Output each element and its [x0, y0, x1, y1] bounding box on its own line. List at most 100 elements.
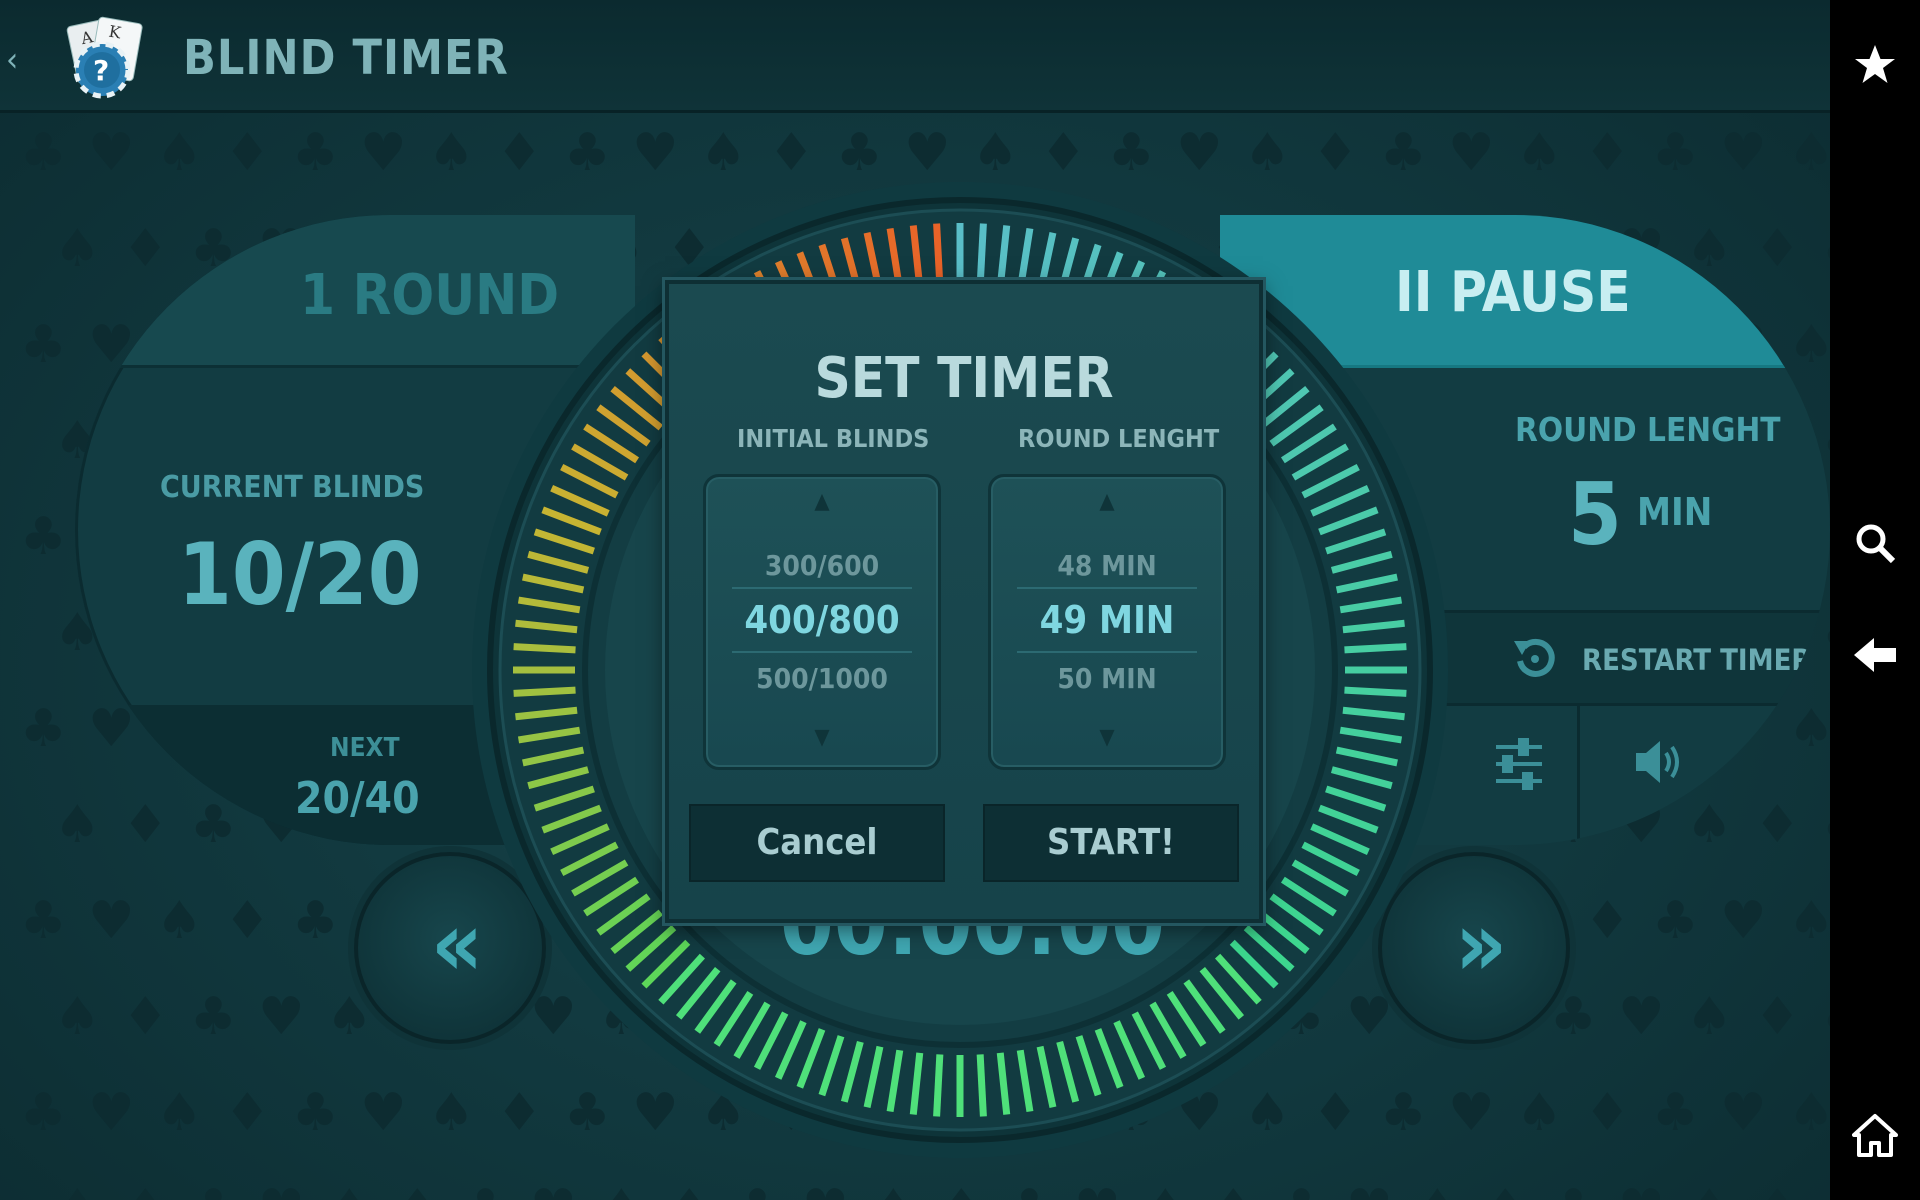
round-length-picker-label: ROUND LENGHT	[1018, 424, 1220, 453]
suit-pattern-glyph: ♥	[530, 1179, 577, 1200]
suit-pattern-glyph: ♠	[1788, 699, 1830, 759]
star-icon[interactable]	[1852, 42, 1898, 88]
picker-option[interactable]: 50 MIN	[991, 662, 1223, 695]
back-arrow-icon[interactable]	[1852, 632, 1898, 678]
suit-pattern-glyph: ♣	[20, 123, 67, 183]
suit-pattern-glyph: ♣	[292, 891, 339, 951]
suit-pattern-glyph: ♠	[1414, 1179, 1461, 1200]
suit-pattern-glyph: ♣	[462, 1179, 509, 1200]
cancel-button[interactable]: Cancel	[689, 804, 945, 882]
picker-option[interactable]: 300/600	[706, 549, 938, 582]
suit-pattern-glyph: ♠	[1788, 1083, 1830, 1143]
suit-pattern-glyph: ♠	[1516, 1083, 1563, 1143]
suit-pattern-glyph: ♦	[224, 891, 271, 951]
suit-pattern-glyph: ♦	[1754, 795, 1801, 855]
back-chevron-icon[interactable]: ‹	[6, 40, 18, 80]
picker-option[interactable]: 48 MIN	[991, 549, 1223, 582]
suit-pattern-glyph: ♣	[1652, 891, 1699, 951]
speaker-icon[interactable]	[1630, 733, 1688, 791]
suit-pattern-glyph: ♦	[1584, 1083, 1631, 1143]
suit-pattern-glyph: ♥	[1720, 123, 1767, 183]
suit-pattern-glyph: ♣	[292, 1083, 339, 1143]
suit-pattern-glyph: ♣	[1652, 123, 1699, 183]
set-timer-dialog: SET TIMER INITIAL BLINDS ROUND LENGHT ▲ …	[665, 280, 1263, 923]
dial-tick	[933, 1054, 944, 1117]
suit-pattern-glyph: ♥	[258, 987, 305, 1047]
suit-pattern-glyph: ♠	[700, 123, 747, 183]
picker-divider	[1017, 651, 1197, 653]
suit-pattern-glyph: ♣	[1380, 123, 1427, 183]
search-icon[interactable]	[1852, 520, 1898, 566]
picker-up-icon[interactable]: ▲	[706, 489, 938, 514]
suit-pattern-glyph: ♠	[326, 1179, 373, 1200]
dial-tick	[1344, 686, 1407, 697]
suit-pattern-glyph: ♥	[632, 123, 679, 183]
suit-pattern-glyph: ♠	[54, 1179, 101, 1200]
suit-pattern-glyph: ♠	[972, 123, 1019, 183]
suit-pattern-glyph: ♣	[836, 123, 883, 183]
suit-pattern-glyph: ♣	[190, 987, 237, 1047]
suit-pattern-glyph: ♥	[258, 1179, 305, 1200]
suit-pattern-glyph: ♠	[156, 891, 203, 951]
suit-pattern-glyph: ♥	[1346, 1179, 1393, 1200]
app-screen: ♣ ♥ ♠ ♦ ♣ ♥ ♠ ♦ ♣ ♥ ♠ ♦ ♣ ♥ ♠ ♦ ♣ ♥ ♠ ♦ ♣ ♥ ♠ ♦ ♣ ♥ ♠ ♦ ♠ ♦ ♣ ♥ ♠ ♦ ♣ ♥ ♠ ♦ ♣ ♥…	[0, 0, 1830, 1200]
suit-pattern-glyph: ♣	[190, 1179, 237, 1200]
picker-up-icon[interactable]: ▲	[991, 489, 1223, 514]
suit-pattern-glyph: ♦	[394, 1179, 441, 1200]
initial-blinds-label: INITIAL BLINDS	[737, 424, 930, 453]
picker-selected-option[interactable]: 49 MIN	[991, 598, 1223, 642]
suit-pattern-glyph: ♦	[1312, 123, 1359, 183]
suit-pattern-glyph: ♥	[904, 123, 951, 183]
suit-pattern-glyph: ♣	[734, 1179, 781, 1200]
suit-pattern-glyph: ♠	[1686, 987, 1733, 1047]
suit-pattern-glyph: ♦	[224, 1083, 271, 1143]
suit-pattern-glyph: ♦	[1584, 891, 1631, 951]
picker-down-icon[interactable]: ▼	[991, 725, 1223, 750]
home-icon[interactable]	[1852, 1112, 1898, 1158]
suit-pattern-glyph: ♦	[1040, 123, 1087, 183]
suit-pattern-glyph: ♠	[1244, 123, 1291, 183]
divider	[1577, 703, 1580, 845]
suit-pattern-glyph: ♣	[292, 123, 339, 183]
dialog-title: SET TIMER	[814, 346, 1114, 411]
suit-pattern-glyph: ♠	[156, 123, 203, 183]
suit-pattern-glyph: ♣	[1006, 1179, 1053, 1200]
suit-pattern-glyph: ♣	[20, 507, 67, 567]
suit-pattern-glyph: ♣	[1822, 795, 1830, 855]
picker-option[interactable]: 500/1000	[706, 662, 938, 695]
picker-selected-option[interactable]: 400/800	[706, 598, 938, 642]
suit-pattern-glyph: ♠	[156, 1083, 203, 1143]
suit-pattern-glyph: ♥	[1074, 1179, 1121, 1200]
start-button[interactable]: START!	[983, 804, 1239, 882]
suit-pattern-glyph: ♠	[1686, 1179, 1733, 1200]
sliders-icon[interactable]	[1490, 735, 1548, 793]
suit-pattern-glyph: ♥	[1720, 891, 1767, 951]
picker-down-icon[interactable]: ▼	[706, 725, 938, 750]
initial-blinds-picker[interactable]: ▲ 300/600 400/800 500/1000 ▼	[703, 474, 941, 770]
suit-pattern-glyph: ♠	[54, 987, 101, 1047]
picker-divider	[1017, 587, 1197, 589]
suit-pattern-glyph: ♣	[1822, 987, 1830, 1047]
suit-pattern-glyph: ♥	[1448, 1083, 1495, 1143]
suit-pattern-glyph: ♦	[122, 1179, 169, 1200]
header-bar: ‹ A K ? BLIND TIMER	[0, 0, 1830, 113]
suit-pattern-glyph: ♠	[428, 1083, 475, 1143]
suit-pattern-glyph: ♦	[1584, 123, 1631, 183]
round-length-picker[interactable]: ▲ 48 MIN 49 MIN 50 MIN ▼	[988, 474, 1226, 770]
suit-pattern-glyph: ♠	[1686, 795, 1733, 855]
round-length-value: 5	[1568, 465, 1622, 565]
suit-pattern-glyph: ♠	[870, 1179, 917, 1200]
next-blinds-label: NEXT	[330, 733, 400, 763]
app-logo: A K ?	[66, 16, 143, 99]
restart-icon	[1514, 638, 1555, 677]
suit-pattern-glyph: ♠	[1788, 891, 1830, 951]
suit-pattern-glyph: ♠	[1516, 123, 1563, 183]
round-length-label: ROUND LENGHT	[1515, 410, 1781, 449]
svg-text:?: ?	[93, 54, 109, 87]
suit-pattern-glyph: ♦	[768, 123, 815, 183]
suit-pattern-glyph: ♥	[360, 123, 407, 183]
suit-pattern-glyph: ♥	[802, 1179, 849, 1200]
suit-pattern-glyph: ♥	[1618, 987, 1665, 1047]
suit-pattern-glyph: ♠	[598, 1179, 645, 1200]
dial-tick	[976, 1054, 987, 1117]
